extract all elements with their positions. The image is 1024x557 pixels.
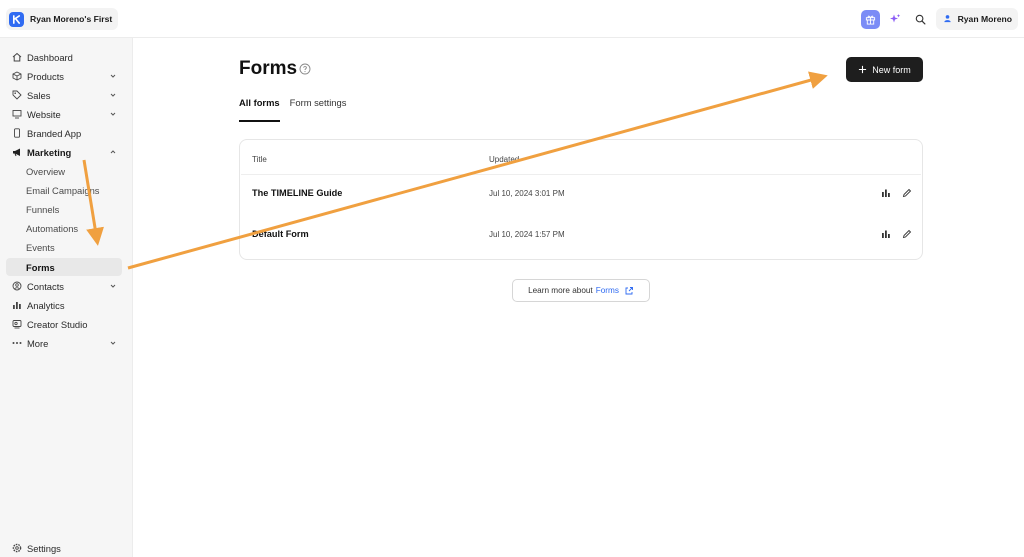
user-icon bbox=[943, 14, 952, 25]
phone-icon bbox=[12, 128, 22, 138]
annotation-arrows bbox=[82, 71, 828, 270]
sidebar-item-label: Website bbox=[27, 108, 61, 120]
gear-icon bbox=[12, 543, 22, 553]
user-name: Ryan Moreno bbox=[957, 14, 1012, 24]
sidebar-subitem-email-campaigns[interactable]: Email Campaigns bbox=[6, 181, 122, 199]
workspace-logo-icon bbox=[9, 11, 24, 27]
sidebar-item-label: Analytics bbox=[27, 299, 65, 311]
chevron-up-icon bbox=[110, 150, 116, 154]
sidebar-item-label: Creator Studio bbox=[27, 318, 88, 330]
tab-form-settings[interactable]: Form settings bbox=[290, 97, 347, 122]
sidebar-item-website[interactable]: Website bbox=[6, 105, 122, 123]
sidebar-item-label: Products bbox=[27, 70, 64, 82]
contact-icon bbox=[12, 281, 22, 291]
edit-pencil-icon[interactable] bbox=[901, 187, 912, 198]
external-link-icon bbox=[625, 286, 633, 294]
form-tabs: All forms Form settings bbox=[239, 97, 346, 122]
divider bbox=[241, 174, 921, 175]
box-icon bbox=[12, 71, 22, 81]
sidebar: Dashboard Products Sales Website Branded… bbox=[0, 38, 133, 557]
sidebar-subitem-automations[interactable]: Automations bbox=[6, 219, 122, 237]
learn-more-text: Learn more about bbox=[528, 286, 593, 295]
new-form-label: New form bbox=[872, 64, 911, 75]
sidebar-item-contacts[interactable]: Contacts bbox=[6, 277, 122, 295]
sidebar-item-settings[interactable]: Settings bbox=[6, 539, 122, 557]
sidebar-subitem-forms[interactable]: Forms bbox=[6, 258, 122, 276]
chevron-down-icon bbox=[110, 112, 116, 116]
workspace-switcher[interactable]: Ryan Moreno's First bbox=[6, 8, 119, 30]
column-header-title[interactable]: Title bbox=[252, 155, 267, 164]
column-header-updated[interactable]: Updated bbox=[489, 155, 519, 164]
sidebar-item-products[interactable]: Products bbox=[6, 67, 122, 85]
gift-icon[interactable] bbox=[860, 9, 880, 29]
sidebar-item-creator-studio[interactable]: Creator Studio bbox=[6, 315, 122, 333]
new-form-button[interactable]: New form bbox=[846, 57, 923, 82]
tab-all-forms[interactable]: All forms bbox=[239, 97, 280, 122]
sidebar-item-analytics[interactable]: Analytics bbox=[6, 296, 122, 314]
sparkle-icon[interactable] bbox=[886, 10, 905, 29]
workspace-name: Ryan Moreno's First bbox=[30, 14, 113, 24]
sidebar-item-marketing[interactable]: Marketing bbox=[6, 143, 122, 161]
sidebar-item-label: Sales bbox=[27, 89, 51, 101]
more-icon bbox=[12, 338, 22, 348]
sidebar-item-label: Branded App bbox=[27, 127, 82, 139]
sidebar-subitem-events[interactable]: Events bbox=[6, 238, 122, 256]
help-icon[interactable] bbox=[299, 63, 311, 75]
home-icon bbox=[12, 52, 22, 62]
sidebar-item-sales[interactable]: Sales bbox=[6, 86, 122, 104]
sidebar-item-branded-app[interactable]: Branded App bbox=[6, 124, 122, 142]
monitor-icon bbox=[12, 109, 22, 119]
edit-pencil-icon[interactable] bbox=[901, 228, 912, 239]
sidebar-item-label: Marketing bbox=[27, 146, 72, 158]
search-icon[interactable] bbox=[911, 10, 930, 29]
sidebar-subitem-funnels[interactable]: Funnels bbox=[6, 200, 122, 218]
forms-table: Title Updated The TIMELINE Guide Jul 10,… bbox=[239, 139, 923, 260]
sidebar-item-label: Dashboard bbox=[27, 51, 73, 63]
user-menu[interactable]: Ryan Moreno bbox=[935, 8, 1018, 30]
page-title: Forms bbox=[239, 58, 298, 79]
sidebar-item-label: Contacts bbox=[27, 280, 64, 292]
chevron-down-icon bbox=[110, 341, 116, 345]
learn-more-button[interactable]: Learn more about Forms bbox=[512, 279, 650, 302]
top-bar: Ryan Moreno's First Ryan Moreno bbox=[0, 0, 1024, 38]
chevron-down-icon bbox=[110, 74, 116, 78]
form-title[interactable]: The TIMELINE Guide bbox=[252, 188, 342, 198]
form-title[interactable]: Default Form bbox=[252, 229, 309, 239]
analytics-icon[interactable] bbox=[880, 228, 891, 239]
sidebar-item-dashboard[interactable]: Dashboard bbox=[6, 48, 122, 66]
tag-icon bbox=[12, 90, 22, 100]
megaphone-icon bbox=[12, 147, 22, 157]
studio-icon bbox=[12, 319, 22, 329]
sidebar-item-more[interactable]: More bbox=[6, 334, 122, 352]
analytics-icon[interactable] bbox=[880, 187, 891, 198]
form-updated: Jul 10, 2024 3:01 PM bbox=[489, 189, 565, 198]
sidebar-subitem-overview[interactable]: Overview bbox=[6, 162, 122, 180]
sidebar-item-label: More bbox=[27, 337, 49, 349]
chevron-down-icon bbox=[110, 93, 116, 97]
learn-more-link[interactable]: Forms bbox=[596, 286, 619, 295]
chevron-down-icon bbox=[110, 284, 116, 288]
settings-label: Settings bbox=[27, 542, 61, 554]
bar-chart-icon bbox=[12, 300, 22, 310]
form-updated: Jul 10, 2024 1:57 PM bbox=[489, 230, 565, 239]
plus-icon bbox=[859, 65, 867, 74]
